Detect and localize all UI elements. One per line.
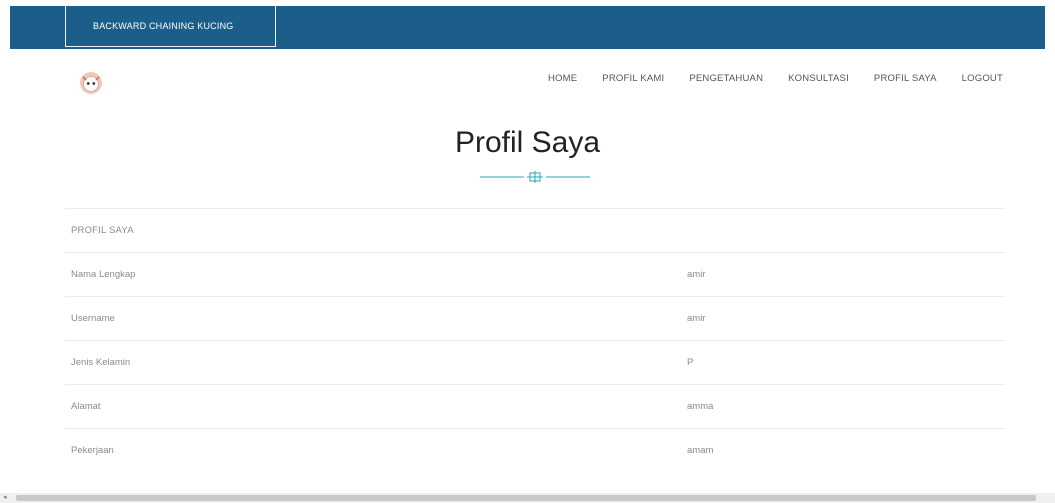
horizontal-scrollbar[interactable]: ◂ (0, 493, 1055, 503)
nav-konsultasi[interactable]: KONSULTASI (788, 73, 849, 84)
row-label: Jenis Kelamin (65, 340, 681, 385)
table-row: Alamat amma (65, 384, 1005, 429)
top-bar: BACKWARD CHAINING KUCING (10, 6, 1045, 49)
nav-home[interactable]: HOME (548, 73, 577, 84)
table-row: Jenis Kelamin P (65, 340, 1005, 385)
nav-pengetahuan[interactable]: PENGETAHUAN (689, 73, 763, 84)
profile-table: PROFIL SAYA Nama Lengkap amir Username a… (65, 208, 1005, 472)
row-label: Nama Lengkap (65, 252, 681, 297)
table-row: Pekerjaan amam (65, 428, 1005, 472)
nav-logout[interactable]: LOGOUT (962, 73, 1003, 84)
table-header-row: PROFIL SAYA (65, 208, 1005, 253)
row-value: P (681, 340, 1005, 385)
nav-profil-saya[interactable]: PROFIL SAYA (874, 73, 937, 84)
table-row: Username amir (65, 296, 1005, 341)
profile-heading: PROFIL SAYA (65, 208, 1005, 253)
scrollbar-thumb[interactable] (16, 495, 1036, 501)
row-label: Alamat (65, 384, 681, 429)
title-divider-icon (480, 171, 590, 183)
row-label: Username (65, 296, 681, 341)
page-title: Profil Saya (454, 126, 601, 159)
row-value: amir (681, 252, 1005, 297)
scroll-left-arrow-icon[interactable]: ◂ (3, 494, 7, 501)
row-value: amam (681, 428, 1005, 472)
row-value: amir (681, 296, 1005, 341)
row-value: amma (681, 384, 1005, 429)
table-row: Nama Lengkap amir (65, 252, 1005, 297)
main-nav: HOME PROFIL KAMI PENGETAHUAN KONSULTASI … (523, 73, 1003, 84)
brand-tab[interactable]: BACKWARD CHAINING KUCING (65, 6, 276, 47)
row-label: Pekerjaan (65, 428, 681, 472)
nav-profil-kami[interactable]: PROFIL KAMI (602, 73, 664, 84)
cat-logo-icon[interactable] (79, 71, 103, 95)
